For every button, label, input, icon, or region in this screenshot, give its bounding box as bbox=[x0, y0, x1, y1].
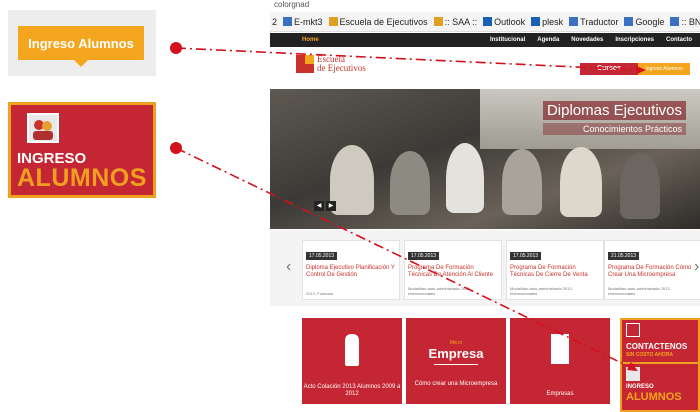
connector-line-2 bbox=[175, 147, 633, 369]
connector-arrowhead-1 bbox=[636, 66, 646, 74]
connector-lines bbox=[175, 47, 646, 371]
connector-line-1 bbox=[175, 47, 641, 71]
